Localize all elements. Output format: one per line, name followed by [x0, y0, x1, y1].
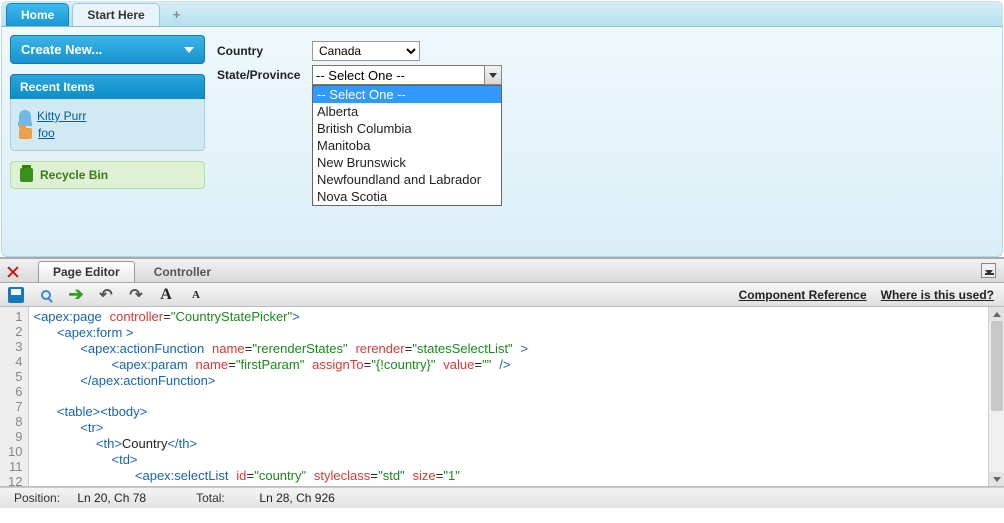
redo-icon[interactable]: ↷ — [128, 287, 144, 303]
editor-section: Page Editor Controller ➔ ↶ ↷ A A Compone… — [0, 257, 1004, 508]
tab-home[interactable]: Home — [6, 3, 69, 26]
app-tab-bar: Home Start Here + — [1, 1, 1003, 27]
save-icon[interactable] — [8, 287, 24, 303]
where-used-link[interactable]: Where is this used? — [881, 288, 994, 302]
font-larger-icon[interactable]: A — [158, 287, 174, 303]
recent-items-panel: Recent Items Kitty Purr foo — [10, 74, 205, 151]
scroll-down-icon[interactable] — [989, 472, 1004, 486]
code-editor[interactable]: 123456789101112 <apex:page controller="C… — [0, 307, 1004, 487]
scroll-up-icon[interactable] — [989, 307, 1004, 321]
country-row: Country Canada — [217, 41, 994, 61]
code-scrollbar[interactable] — [988, 307, 1004, 486]
position-value: Ln 20, Ch 78 — [77, 491, 146, 505]
country-select[interactable]: Canada — [312, 41, 420, 61]
recent-item: foo — [19, 126, 196, 140]
state-option[interactable]: Manitoba — [313, 137, 501, 154]
recycle-label: Recycle Bin — [40, 168, 108, 182]
total-label: Total: — [196, 491, 256, 505]
sidebar: Create New... Recent Items Kitty Purr fo… — [10, 35, 205, 248]
undo-icon[interactable]: ↶ — [98, 287, 114, 303]
state-option[interactable]: Newfoundland and Labrador — [313, 171, 501, 188]
tab-start-here[interactable]: Start Here — [72, 3, 159, 26]
tab-controller[interactable]: Controller — [139, 261, 226, 282]
total-value: Ln 28, Ch 926 — [259, 491, 334, 505]
editor-toolbar: ➔ ↶ ↷ A A Component Reference Where is t… — [0, 283, 1004, 307]
main-content: Country Canada State/Province -- Select … — [217, 35, 994, 248]
create-new-button[interactable]: Create New... — [10, 35, 205, 64]
code-content[interactable]: <apex:page controller="CountryStatePicke… — [29, 307, 1004, 486]
state-option[interactable]: New Brunswick — [313, 154, 501, 171]
state-row: State/Province -- Select One -- Alberta … — [217, 65, 994, 85]
country-label: Country — [217, 44, 302, 58]
state-option[interactable]: British Columbia — [313, 120, 501, 137]
new-tab-button[interactable]: + — [163, 3, 191, 26]
state-option[interactable]: Alberta — [313, 103, 501, 120]
state-option[interactable]: Nova Scotia — [313, 188, 501, 205]
recent-item: Kitty Purr — [19, 109, 196, 123]
recycle-bin-button[interactable]: Recycle Bin — [10, 161, 205, 189]
recent-link-kitty[interactable]: Kitty Purr — [37, 109, 86, 123]
state-option[interactable]: -- Select One -- — [313, 86, 501, 103]
state-label: State/Province — [217, 68, 302, 82]
tab-page-editor[interactable]: Page Editor — [38, 261, 135, 282]
app-body: Create New... Recent Items Kitty Purr fo… — [1, 27, 1003, 257]
recent-items-header: Recent Items — [10, 74, 205, 99]
chevron-down-icon — [184, 47, 194, 53]
trash-icon — [20, 168, 33, 182]
chevron-down-icon — [489, 73, 497, 78]
folder-icon — [19, 128, 32, 139]
state-select-wrap: -- Select One -- Alberta British Columbi… — [312, 65, 502, 85]
font-smaller-icon[interactable]: A — [188, 287, 204, 303]
state-select[interactable] — [312, 65, 502, 85]
close-icon[interactable] — [6, 265, 20, 279]
create-new-label: Create New... — [21, 42, 102, 57]
dropdown-toggle[interactable] — [484, 65, 502, 85]
state-dropdown-list: -- Select One -- Alberta British Columbi… — [312, 85, 502, 206]
line-gutter: 123456789101112 — [0, 307, 29, 486]
search-icon[interactable] — [38, 287, 54, 303]
position-label: Position: — [14, 491, 74, 505]
editor-tab-bar: Page Editor Controller — [0, 259, 1004, 283]
component-reference-link[interactable]: Component Reference — [739, 288, 867, 302]
user-icon — [19, 110, 31, 122]
recent-items-body: Kitty Purr foo — [10, 99, 205, 151]
recent-link-foo[interactable]: foo — [38, 126, 55, 140]
scroll-thumb[interactable] — [991, 321, 1003, 411]
download-icon[interactable] — [981, 263, 996, 278]
goto-icon[interactable]: ➔ — [68, 287, 84, 303]
status-bar: Position: Ln 20, Ch 78 Total: Ln 28, Ch … — [0, 487, 1004, 508]
